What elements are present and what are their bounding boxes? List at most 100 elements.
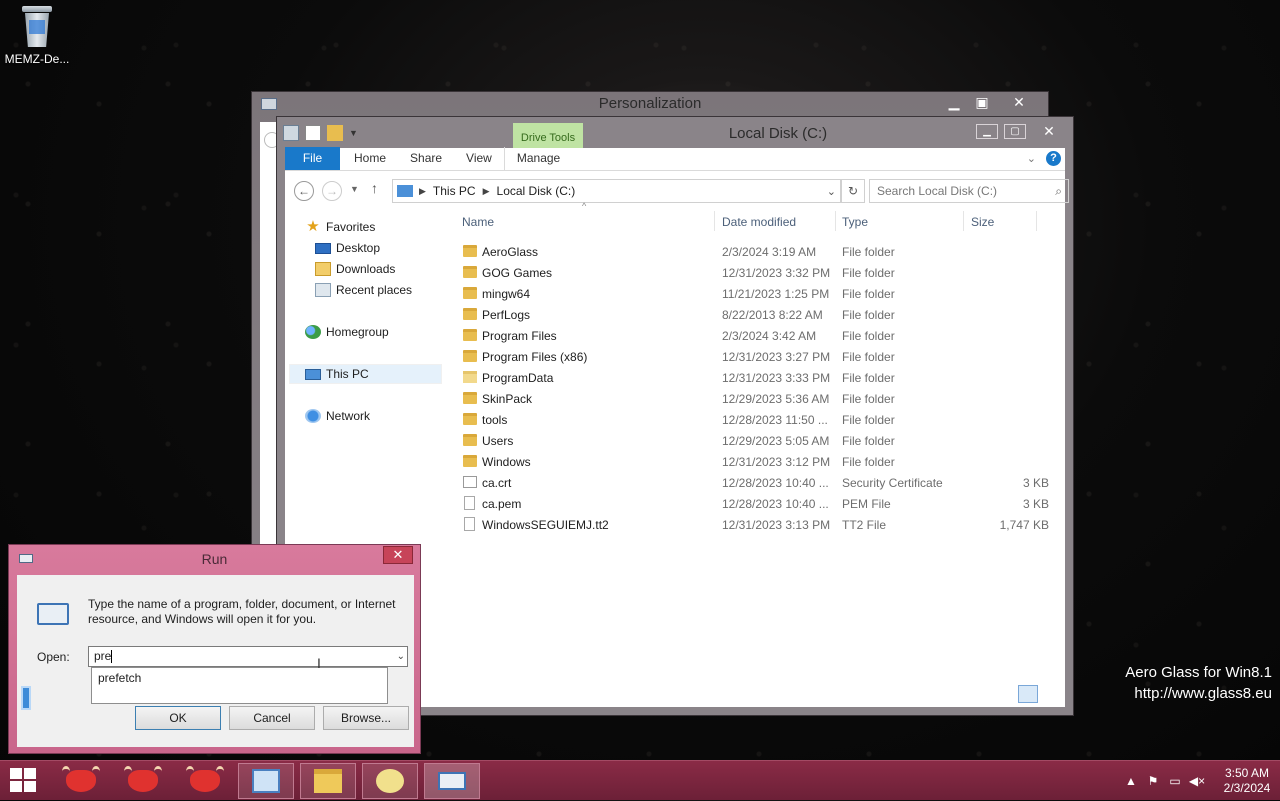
autocomplete-item[interactable]: prefetch bbox=[98, 671, 381, 685]
column-date-modified[interactable]: Date modified bbox=[722, 215, 796, 229]
file-row[interactable]: Program Files 2/3/2024 3:42 AM File folder bbox=[458, 326, 1049, 347]
nav-this-pc[interactable]: This PC bbox=[289, 364, 442, 384]
column-headers: ^ Name Date modified Type Size bbox=[458, 201, 1049, 233]
file-name: GOG Games bbox=[482, 266, 553, 280]
taskbar-app-file-explorer[interactable] bbox=[300, 763, 356, 799]
column-name[interactable]: Name bbox=[462, 215, 494, 229]
folder-icon bbox=[463, 308, 477, 320]
file-name: mingw64 bbox=[482, 287, 531, 301]
folder-icon bbox=[463, 413, 477, 425]
column-type[interactable]: Type bbox=[842, 215, 868, 229]
desktop-icon-recycle-bin[interactable]: MEMZ-De... bbox=[4, 6, 70, 66]
expand-ribbon-icon[interactable]: ⌄ bbox=[1027, 152, 1036, 165]
taskbar-app-memz-2[interactable] bbox=[115, 763, 171, 799]
file-row[interactable]: mingw64 11/21/2023 1:25 PM File folder bbox=[458, 284, 1049, 305]
file-type: File folder bbox=[842, 392, 895, 406]
file-type: Security Certificate bbox=[842, 476, 943, 490]
nav-favorites[interactable]: ★ Favorites bbox=[305, 217, 375, 237]
close-button[interactable]: ✕ bbox=[996, 92, 1042, 112]
details-view-button[interactable] bbox=[1018, 685, 1038, 703]
tab-share[interactable]: Share bbox=[398, 147, 454, 170]
taskbar-app-memz-1[interactable] bbox=[53, 763, 109, 799]
nav-homegroup[interactable]: Homegroup bbox=[305, 322, 389, 342]
nav-downloads[interactable]: Downloads bbox=[315, 259, 395, 279]
search-input[interactable]: Search Local Disk (C:) ⌕ bbox=[869, 179, 1069, 203]
chevron-down-icon[interactable]: ⌄ bbox=[397, 647, 405, 666]
file-row[interactable]: Users 12/29/2023 5:05 AM File folder bbox=[458, 431, 1049, 452]
run-icon bbox=[37, 603, 69, 625]
breadcrumb-this-pc[interactable]: This PC bbox=[433, 184, 476, 198]
file-row[interactable]: WindowsSEGUIEMJ.tt2 12/31/2023 3:13 PM TT2… bbox=[458, 515, 1049, 536]
file-row[interactable]: GOG Games 12/31/2023 3:32 PM File folder bbox=[458, 263, 1049, 284]
ok-button[interactable]: OK bbox=[135, 706, 221, 730]
tab-file[interactable]: File bbox=[285, 147, 340, 170]
file-date-modified: 12/28/2023 10:40 ... bbox=[722, 497, 829, 511]
run-description: Type the name of a program, folder, docu… bbox=[88, 597, 396, 626]
taskbar-app-memz-3[interactable] bbox=[177, 763, 233, 799]
address-dropdown-icon[interactable]: ⌄ bbox=[827, 185, 840, 198]
start-button[interactable] bbox=[10, 768, 40, 794]
back-button[interactable]: ← bbox=[294, 181, 314, 201]
refresh-icon[interactable]: ↻ bbox=[841, 179, 865, 203]
watermark-line-1: Aero Glass for Win8.1 bbox=[1125, 664, 1272, 681]
open-combobox[interactable]: pre ⌄ bbox=[88, 646, 408, 667]
address-bar[interactable]: ▶ This PC ▶ Local Disk (C:) ⌄ bbox=[392, 179, 841, 203]
taskbar-app-run[interactable] bbox=[424, 763, 480, 799]
browse-button[interactable]: Browse... bbox=[323, 706, 409, 730]
search-placeholder: Search Local Disk (C:) bbox=[877, 184, 998, 198]
recent-locations-icon[interactable]: ▼ bbox=[350, 184, 359, 194]
maximize-button[interactable]: ▢ bbox=[1004, 124, 1026, 139]
minimize-button[interactable]: ▁ bbox=[940, 92, 968, 112]
file-row[interactable]: Windows 12/31/2023 3:12 PM File folder bbox=[458, 452, 1049, 473]
file-row[interactable]: ca.pem 12/28/2023 10:40 ... PEM File 3 KB bbox=[458, 494, 1049, 515]
tab-home[interactable]: Home bbox=[342, 147, 398, 170]
folder-icon bbox=[463, 287, 477, 299]
large-icons-view-button[interactable] bbox=[1041, 685, 1061, 703]
close-button[interactable]: ✕ bbox=[383, 546, 413, 564]
nav-recent-places[interactable]: Recent places bbox=[315, 280, 412, 300]
nav-label: Downloads bbox=[336, 262, 396, 276]
file-date-modified: 12/31/2023 3:13 PM bbox=[722, 518, 831, 532]
file-type: File folder bbox=[842, 329, 895, 343]
taskbar: ▲ ⚑ ▭ ◀× 3:50 AM 2/3/2024 bbox=[0, 760, 1280, 800]
search-icon: ⌕ bbox=[1055, 184, 1062, 198]
close-button[interactable]: ✕ bbox=[1029, 123, 1069, 140]
file-row[interactable]: tools 12/28/2023 11:50 ... File folder bbox=[458, 410, 1049, 431]
file-type: File folder bbox=[842, 245, 895, 259]
file-date-modified: 12/29/2023 5:36 AM bbox=[722, 392, 830, 406]
recent-places-icon bbox=[315, 283, 331, 297]
file-row[interactable]: PerfLogs 8/22/2013 8:22 AM File folder bbox=[458, 305, 1049, 326]
show-hidden-icons-icon[interactable]: ▲ bbox=[1120, 774, 1142, 788]
nav-desktop[interactable]: Desktop bbox=[315, 238, 380, 258]
file-row[interactable]: AeroGlass 2/3/2024 3:19 AM File folder bbox=[458, 242, 1049, 263]
tab-manage[interactable]: Manage bbox=[503, 147, 572, 170]
file-row[interactable]: ProgramData 12/31/2023 3:33 PM File folder bbox=[458, 368, 1049, 389]
file-name: Windows bbox=[482, 455, 531, 469]
network-icon bbox=[305, 409, 321, 423]
folder-icon bbox=[463, 392, 477, 404]
file-row[interactable]: Program Files (x86) 12/31/2023 3:27 PM Fil… bbox=[458, 347, 1049, 368]
help-icon[interactable]: ? bbox=[1046, 151, 1061, 166]
clock[interactable]: 3:50 AM 2/3/2024 bbox=[1214, 766, 1280, 796]
tab-view[interactable]: View bbox=[454, 147, 504, 170]
clock-date: 2/3/2024 bbox=[1223, 781, 1271, 795]
breadcrumb-local-disk[interactable]: Local Disk (C:) bbox=[497, 184, 576, 198]
forward-button[interactable]: → bbox=[322, 181, 342, 201]
nav-label: This PC bbox=[326, 367, 369, 381]
file-name: tools bbox=[482, 413, 508, 427]
file-row[interactable]: SkinPack 12/29/2023 5:36 AM File folder bbox=[458, 389, 1049, 410]
up-arrow-icon[interactable]: ↑ bbox=[371, 180, 378, 196]
minimize-button[interactable]: ▁ bbox=[976, 124, 998, 139]
volume-muted-icon[interactable]: ◀× bbox=[1186, 774, 1208, 788]
nav-network[interactable]: Network bbox=[305, 406, 370, 426]
taskbar-app-control-panel[interactable] bbox=[238, 763, 294, 799]
nav-label: Homegroup bbox=[326, 325, 389, 339]
file-row[interactable]: ca.crt 12/28/2023 10:40 ... Security Certi… bbox=[458, 473, 1049, 494]
file-size: 1,747 KB bbox=[999, 518, 1049, 532]
action-center-flag-icon[interactable]: ⚑ bbox=[1142, 774, 1164, 788]
column-size[interactable]: Size bbox=[971, 215, 994, 229]
maximize-button[interactable]: ▣ bbox=[968, 92, 996, 112]
network-icon[interactable]: ▭ bbox=[1164, 774, 1186, 788]
cancel-button[interactable]: Cancel bbox=[229, 706, 315, 730]
taskbar-app-messenger[interactable] bbox=[362, 763, 418, 799]
